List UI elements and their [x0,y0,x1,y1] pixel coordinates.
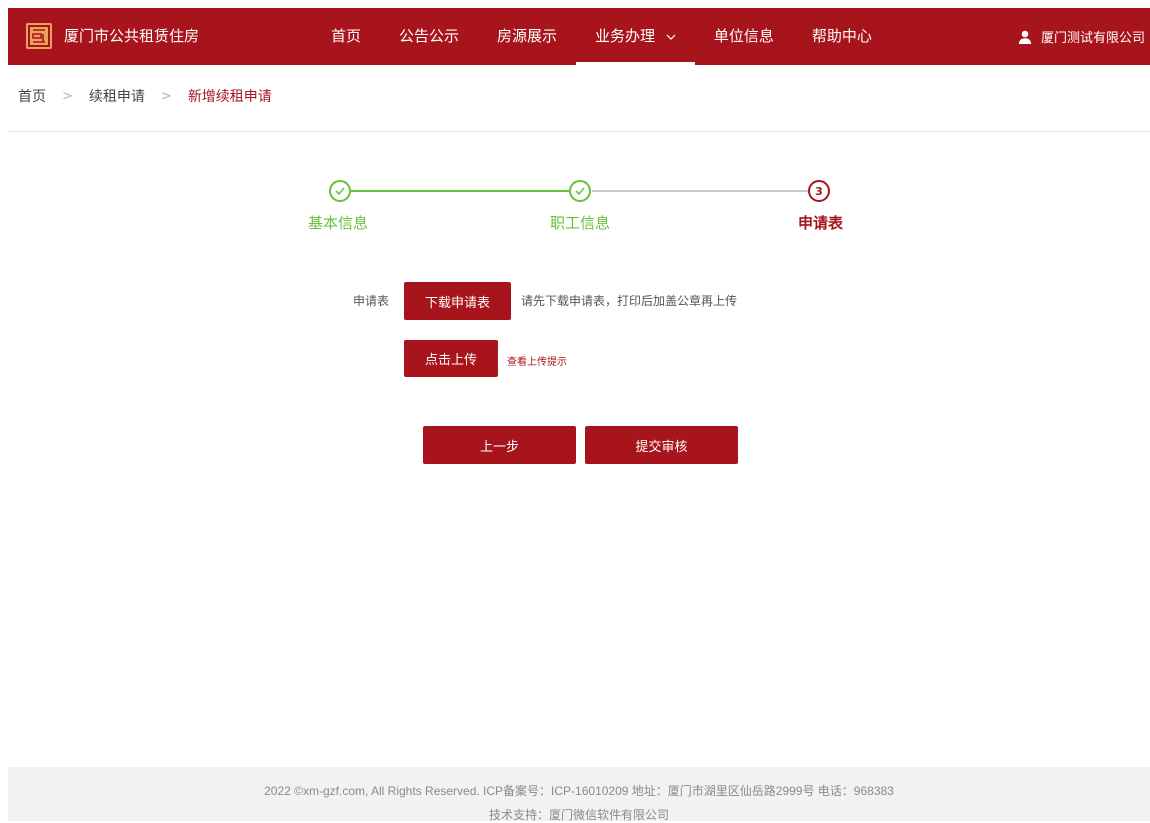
breadcrumb-divider [8,131,1150,132]
site-logo-icon[interactable] [26,23,52,49]
step-label-employee-info: 职工信息 [550,214,611,232]
submit-review-button[interactable]: 提交审核 [585,426,738,464]
upload-tip-link[interactable]: 查看上传提示 [507,353,567,368]
step-number: 3 [815,184,823,198]
top-header: 厦门市公共租赁住房 首页 公告公示 房源展示 业务办理 单位信息 帮助中心 厦门… [8,8,1150,65]
download-hint: 请先下载申请表，打印后加盖公章再上传 [521,294,738,308]
user-menu[interactable]: 厦门测试有限公司 [1018,8,1145,65]
breadcrumb-home[interactable]: 首页 [18,86,46,106]
nav-item-unit-info[interactable]: 单位信息 [695,8,793,65]
check-icon [569,180,591,202]
nav-item-business[interactable]: 业务办理 [576,8,695,65]
step-number-badge: 3 [808,180,830,202]
breadcrumb: 首页 > 续租申请 > 新增续租申请 [18,86,272,106]
page-footer: 2022 ©xm-gzf.com, All Rights Reserved. I… [8,767,1150,822]
chevron-right-icon: > [160,88,172,104]
step-label-basic-info: 基本信息 [308,214,369,232]
user-icon [1018,30,1032,44]
nav-item-label: 首页 [331,27,362,45]
nav-item-label: 帮助中心 [811,27,872,45]
chevron-right-icon: > [62,88,73,104]
step-connector-done [351,190,569,192]
site-title[interactable]: 厦门市公共租赁住房 [64,8,199,65]
chevron-down-icon [666,34,676,40]
footer-copyright: 2022 ©xm-gzf.com, All Rights Reserved. I… [264,784,894,798]
step-connector-pending [592,190,808,192]
nav-item-label: 公告公示 [399,27,460,45]
step-label-application-form: 申请表 [798,214,844,232]
application-form-label: 申请表 [353,294,390,308]
main-nav: 首页 公告公示 房源展示 业务办理 单位信息 帮助中心 [312,8,891,65]
nav-item-label: 单位信息 [713,27,774,45]
footer-tech-support: 技术支持：厦门微信软件有限公司 [488,808,669,822]
breadcrumb-current: 新增续租申请 [187,89,272,105]
check-icon [329,180,351,202]
download-form-button[interactable]: 下载申请表 [404,282,511,320]
nav-item-label: 业务办理 [595,27,656,45]
nav-item-home[interactable]: 首页 [312,8,380,65]
breadcrumb-renewal[interactable]: 续租申请 [89,86,145,106]
nav-item-housing[interactable]: 房源展示 [478,8,576,65]
nav-item-announcements[interactable]: 公告公示 [380,8,478,65]
previous-step-button[interactable]: 上一步 [423,426,576,464]
nav-item-help[interactable]: 帮助中心 [793,8,891,65]
user-name: 厦门测试有限公司 [1041,31,1146,46]
nav-item-label: 房源展示 [497,27,558,45]
upload-button[interactable]: 点击上传 [404,340,498,377]
